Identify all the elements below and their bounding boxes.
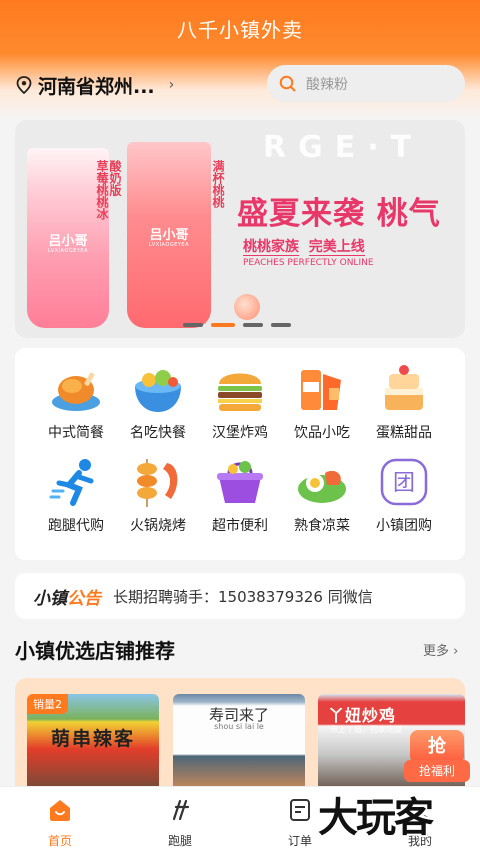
category-label: 蛋糕甜品 xyxy=(376,425,432,441)
shop-card[interactable]: 销量2 萌串辣客 xyxy=(27,694,159,794)
category-item[interactable]: 团 小镇团购 xyxy=(363,455,445,535)
category-label: 中式简餐 xyxy=(48,425,104,441)
tab-home[interactable]: 首页 xyxy=(20,797,100,849)
carousel-dot[interactable] xyxy=(183,323,203,327)
search-icon xyxy=(279,75,296,92)
category-label: 饮品小吃 xyxy=(294,425,350,441)
cup-brand: 吕小哥 xyxy=(48,234,88,249)
cup-brand-sub: LVXIAOGEYEA xyxy=(149,242,189,248)
category-item[interactable]: 饮品小吃 xyxy=(281,362,363,442)
tab-label: 跑腿 xyxy=(167,834,192,848)
app-title: 八千小镇外卖 xyxy=(177,18,303,42)
category-label: 名吃快餐 xyxy=(130,425,186,441)
shop-sign-sub: 带上丫妞，回家吃饭 xyxy=(330,725,402,734)
category-label: 小镇团购 xyxy=(376,518,432,534)
shop-sign: 萌串辣客 xyxy=(50,728,135,750)
promo-grab-icon: 抢 xyxy=(410,730,464,764)
carousel-dot-active[interactable] xyxy=(211,323,235,327)
announcement-brand-accent: 公告 xyxy=(67,588,101,609)
group-buy-icon: 团 xyxy=(377,455,431,509)
shop-sign: 丫妞炒鸡 xyxy=(328,706,397,725)
sales-badge: 销量2 xyxy=(27,694,68,714)
skewer-icon xyxy=(131,455,185,509)
errand-icon xyxy=(172,799,190,821)
category-item[interactable]: 名吃快餐 xyxy=(117,362,199,442)
banner-background-text: RGE·T xyxy=(263,130,424,165)
shopping-basket-icon xyxy=(213,455,267,509)
cup-brand: 吕小哥 xyxy=(149,228,189,243)
category-item[interactable]: 中式简餐 xyxy=(35,362,117,442)
cup-label: 酸奶版 xyxy=(108,160,122,196)
tab-label: 首页 xyxy=(47,834,72,848)
category-item[interactable]: 汉堡炸鸡 xyxy=(199,362,281,442)
cup-label: 草莓桃桃冰 xyxy=(95,160,109,220)
deli-plate-icon xyxy=(295,455,349,509)
location-text: 河南省郑州... xyxy=(38,75,155,98)
carousel-dot[interactable] xyxy=(243,323,263,327)
cup-brand-sub: LVXIAOGEYEA xyxy=(48,248,88,254)
banner-subtitle-en: PEACHES PERFECTLY ONLINE xyxy=(243,258,374,268)
category-item[interactable]: 火锅烧烤 xyxy=(117,455,199,535)
cup-label: 满杯桃桃 xyxy=(211,160,225,208)
category-label: 熟食凉菜 xyxy=(294,518,350,534)
section-title: 小镇优选店铺推荐 xyxy=(15,639,175,663)
shop-carousel: 销量2 萌串辣客 寿司来了 shou si lai le 丫妞炒鸡 带上丫妞，回… xyxy=(15,678,465,798)
announcement-brand: 小镇 xyxy=(33,588,67,609)
promo-float-button[interactable]: 抢 抢福利 xyxy=(404,730,470,786)
cake-icon xyxy=(377,362,431,416)
announcement-bar[interactable]: 小镇 公告 长期招聘骑手：15038379326 同微信 xyxy=(15,573,465,619)
more-link[interactable]: 更多 › xyxy=(423,640,458,659)
category-item[interactable]: 熟食凉菜 xyxy=(281,455,363,535)
category-grid: 中式简餐 名吃快餐 汉堡炸鸡 饮品小吃 蛋糕甜品 跑腿代购 火锅烧烤 超市便利 … xyxy=(15,348,465,560)
banner-subtitle-a: 桃桃家族 xyxy=(243,239,299,256)
drink-cup-image: 吕小哥 LVXIAOGEYEA xyxy=(127,142,211,328)
category-label: 火锅烧烤 xyxy=(130,518,186,534)
location-pin-icon xyxy=(16,76,32,94)
shop-sign-sub: shou si lai le xyxy=(214,722,264,731)
category-label: 超市便利 xyxy=(212,518,268,534)
category-label: 跑腿代购 xyxy=(48,518,104,534)
noodle-bowl-icon xyxy=(131,362,185,416)
promo-banner[interactable]: RGE·T 吕小哥 LVXIAOGEYEA 草莓桃桃冰 酸奶版 吕小哥 LVXI… xyxy=(15,120,465,338)
banner-subtitle-b: 完美上线 xyxy=(308,239,365,256)
watermark-text: 大玩客 xyxy=(318,795,434,841)
banner-headline: 盛夏来袭 桃气 xyxy=(237,196,441,232)
search-placeholder: 酸辣粉 xyxy=(306,76,348,93)
category-item[interactable]: 跑腿代购 xyxy=(35,455,117,535)
burger-icon xyxy=(213,362,267,416)
banner-subtitle: 桃桃家族 完美上线 xyxy=(243,236,365,256)
tab-errand[interactable]: 跑腿 xyxy=(140,797,220,849)
home-icon xyxy=(50,800,70,821)
header-background: 八千小镇外卖 xyxy=(0,0,480,120)
location-selector[interactable]: 河南省郑州... › xyxy=(16,71,174,99)
announcement-text: 长期招聘骑手：15038379326 同微信 xyxy=(113,587,373,606)
carousel-indicator xyxy=(183,323,291,327)
drink-cup-icon xyxy=(295,362,349,416)
category-item[interactable]: 蛋糕甜品 xyxy=(363,362,445,442)
promo-label: 抢福利 xyxy=(404,760,470,782)
category-item[interactable]: 超市便利 xyxy=(199,455,281,535)
peach-image xyxy=(234,294,260,320)
runner-icon xyxy=(49,455,103,509)
search-input[interactable]: 酸辣粉 xyxy=(267,65,465,102)
order-icon xyxy=(290,799,310,821)
shop-card[interactable]: 寿司来了 shou si lai le xyxy=(173,694,305,794)
chevron-right-icon: › xyxy=(168,77,175,93)
category-label: 汉堡炸鸡 xyxy=(212,425,268,441)
tab-label: 订单 xyxy=(287,834,312,848)
svg-text:团: 团 xyxy=(393,471,415,496)
carousel-dot[interactable] xyxy=(271,323,291,327)
roast-chicken-icon xyxy=(49,362,103,416)
